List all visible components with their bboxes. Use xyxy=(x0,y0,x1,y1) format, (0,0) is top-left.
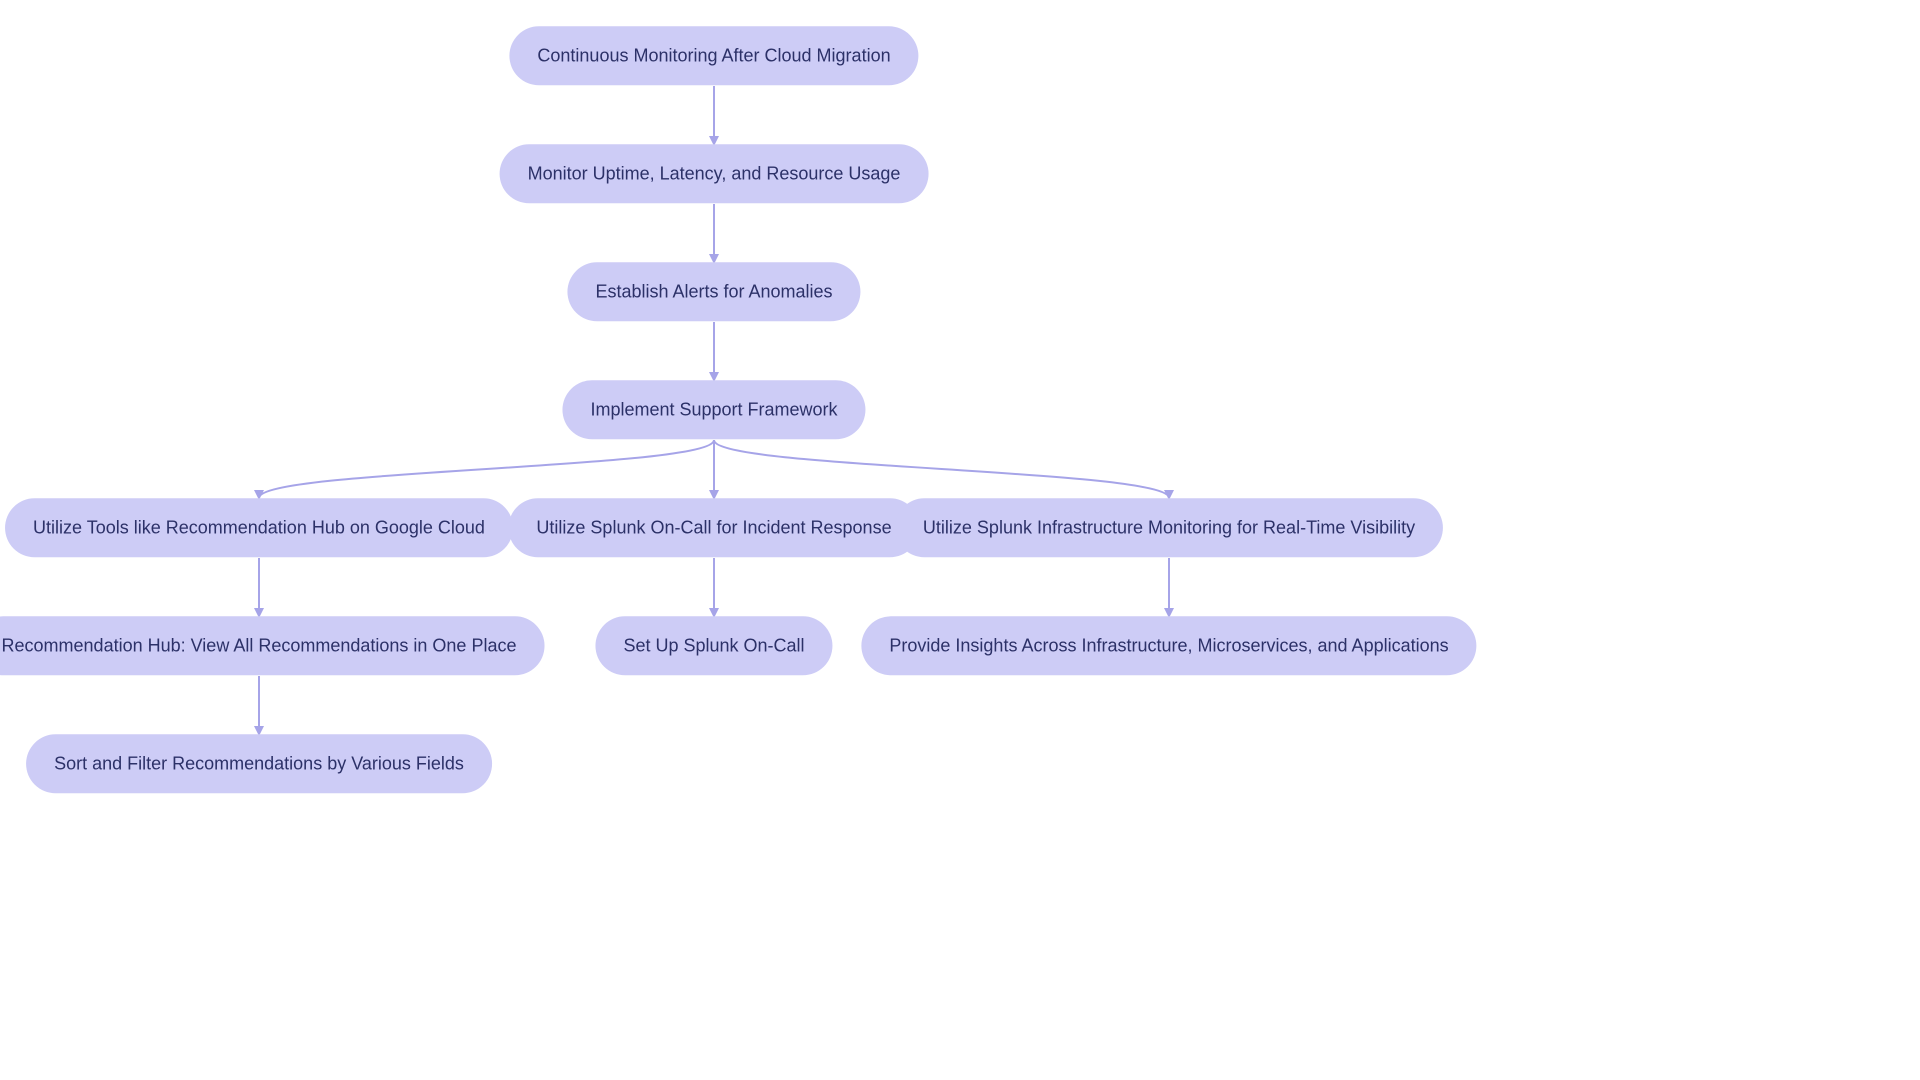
flowchart-node: Monitor Uptime, Latency, and Resource Us… xyxy=(500,144,929,203)
flowchart-edge xyxy=(259,440,714,498)
flowchart-node: Provide Insights Across Infrastructure, … xyxy=(861,616,1476,675)
flowchart-node: Continuous Monitoring After Cloud Migrat… xyxy=(509,26,918,85)
flowchart-canvas: Continuous Monitoring After Cloud Migrat… xyxy=(0,0,1920,1080)
flowchart-node: Utilize Splunk Infrastructure Monitoring… xyxy=(895,498,1443,557)
flowchart-node: Utilize Tools like Recommendation Hub on… xyxy=(5,498,513,557)
flowchart-node: Set Up Splunk On-Call xyxy=(595,616,832,675)
flowchart-node: Recommendation Hub: View All Recommendat… xyxy=(0,616,544,675)
flowchart-node: Implement Support Framework xyxy=(562,380,865,439)
flowchart-node: Establish Alerts for Anomalies xyxy=(567,262,860,321)
flowchart-node: Utilize Splunk On-Call for Incident Resp… xyxy=(508,498,919,557)
flowchart-node: Sort and Filter Recommendations by Vario… xyxy=(26,734,492,793)
flowchart-edge xyxy=(714,440,1169,498)
